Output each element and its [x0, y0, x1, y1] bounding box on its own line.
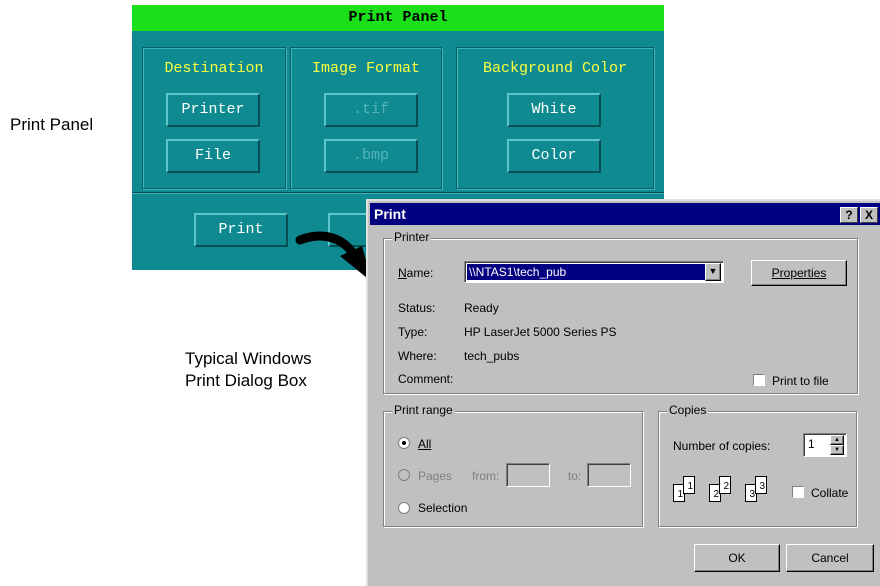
selection-label: Selection: [418, 501, 468, 515]
type-value: HP LaserJet 5000 Series PS: [464, 325, 617, 339]
close-button[interactable]: X: [860, 207, 878, 223]
selection-radio[interactable]: [398, 502, 410, 514]
collate-illustration: 1 1 2 2 3 3: [673, 474, 785, 506]
page-icon: 3: [755, 476, 767, 494]
from-label: from:: [472, 469, 500, 483]
printer-legend: Printer: [392, 230, 432, 244]
copies-value: 1: [808, 437, 815, 451]
print-to-file-checkbox[interactable]: [753, 374, 765, 386]
printer-name-select[interactable]: \\NTAS1\tech_pub ▼: [464, 261, 724, 283]
status-value: Ready: [464, 301, 499, 315]
all-radio[interactable]: [398, 437, 410, 449]
to-label: to:: [568, 469, 582, 483]
chevron-down-icon[interactable]: ▼: [705, 263, 721, 281]
from-input[interactable]: [506, 463, 550, 487]
where-value: tech_pubs: [464, 349, 520, 363]
properties-label: Properties: [771, 266, 827, 280]
spin-up-icon[interactable]: ▲: [830, 435, 844, 445]
ok-button[interactable]: OK: [694, 544, 780, 572]
to-input[interactable]: [587, 463, 631, 487]
cancel-button[interactable]: Cancel: [786, 544, 874, 572]
print-range-legend: Print range: [392, 403, 455, 417]
page-icon: 2: [719, 476, 731, 494]
name-label: Name:: [398, 266, 434, 280]
copies-spinner[interactable]: 1 ▲ ▼: [803, 433, 847, 457]
copies-group: Copies Number of copies: 1 ▲ ▼ 1 1 2 2 3…: [658, 403, 857, 527]
pages-label: Pages: [418, 469, 453, 483]
dialog-title: Print: [374, 206, 406, 222]
where-label: Where:: [398, 349, 437, 363]
pages-radio[interactable]: [398, 469, 410, 481]
print-to-file-label: Print to file: [772, 374, 829, 388]
collate-label: Collate: [811, 486, 849, 500]
properties-button[interactable]: Properties: [751, 260, 847, 286]
status-label: Status:: [398, 301, 436, 315]
print-range-group: Print range All Pages from: to: Selectio…: [383, 403, 643, 527]
page-icon: 1: [683, 476, 695, 494]
printer-name-value: \\NTAS1\tech_pub: [467, 264, 705, 280]
comment-label: Comment:: [398, 372, 454, 386]
print-dialog: Print ? X Printer Name: \\NTAS1\tech_pub…: [366, 199, 880, 586]
help-button[interactable]: ?: [840, 207, 858, 223]
number-of-copies-label: Number of copies:: [673, 439, 771, 453]
all-label: All: [418, 437, 432, 451]
copies-legend: Copies: [667, 403, 709, 417]
arrow-shaft: [295, 231, 357, 257]
printer-group: Printer Name: \\NTAS1\tech_pub ▼ Propert…: [383, 230, 858, 394]
collate-checkbox[interactable]: [792, 486, 804, 498]
dialog-title-bar: Print ? X: [370, 203, 880, 225]
type-label: Type:: [398, 325, 428, 339]
spin-down-icon[interactable]: ▼: [830, 445, 844, 455]
